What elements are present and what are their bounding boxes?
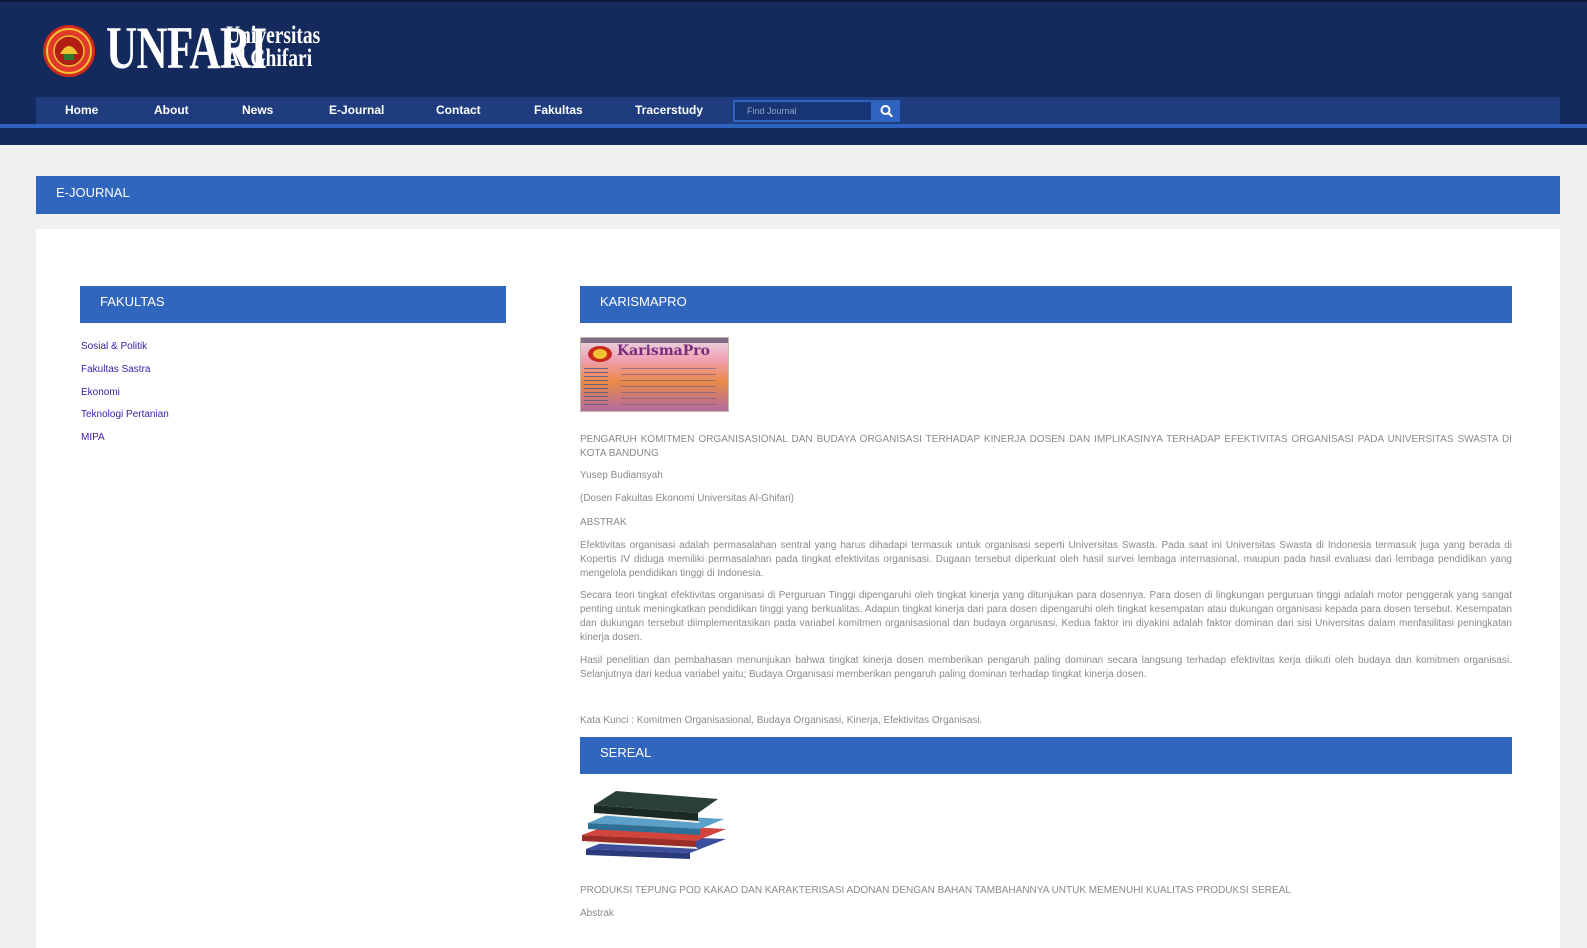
nav-tracerstudy[interactable]: Tracerstudy [635, 97, 703, 124]
nav-home[interactable]: Home [65, 97, 98, 124]
nav-underline [0, 124, 1587, 128]
cover-emblem-icon [588, 346, 612, 362]
search-icon [880, 105, 893, 118]
sidebar-link-mipa[interactable]: MIPA [81, 432, 105, 443]
article-affiliation: (Dosen Fakultas Ekonomi Universitas Al-G… [580, 493, 794, 504]
logo-subtitle-line2: Al Ghifari [226, 45, 313, 72]
article-keywords: Kata Kunci : Komitmen Organisasional, Bu… [580, 715, 983, 726]
search-button[interactable] [873, 100, 900, 122]
nav-fakultas[interactable]: Fakultas [534, 97, 583, 124]
article-title[interactable]: PRODUKSI TEPUNG POD KAKAO DAN KARAKTERIS… [580, 884, 1512, 898]
journal-heading-karismapro: KARISMAPRO [580, 286, 1512, 323]
sidebar-link-sosial-politik[interactable]: Sosial & Politik [81, 341, 147, 352]
abstract-paragraph: Hasil penelitian dan pembahasan menunjuk… [580, 655, 1512, 680]
sidebar-link-teknologi-pertanian[interactable]: Teknologi Pertanian [81, 409, 169, 420]
page-title-bar: E-JOURNAL [36, 176, 1560, 214]
nav-e-journal[interactable]: E-Journal [329, 97, 384, 124]
article-title[interactable]: PENGARUH KOMITMEN ORGANISASIONAL DAN BUD… [580, 433, 1512, 461]
main-content: FAKULTAS Sosial & Politik Fakultas Sastr… [36, 229, 1560, 948]
abstract-label: Abstrak [580, 908, 614, 919]
books-stack-icon[interactable] [580, 783, 729, 863]
cover-title: KarismaPro [617, 343, 710, 359]
cover-text-lines [621, 368, 716, 408]
nav-contact[interactable]: Contact [436, 97, 481, 124]
logo-subtitle-line1: Universitas [226, 22, 321, 49]
abstract-label: ABSTRAK [580, 517, 627, 528]
site-header: UNFARI Universitas Al Ghifari Home About… [0, 0, 1587, 145]
page-title: E-JOURNAL [56, 185, 130, 200]
abstract-paragraph: Efektivitas organisasi adalah permasalah… [580, 540, 1512, 579]
logo-subtitle: Universitas Al Ghifari [226, 22, 335, 72]
nav-about[interactable]: About [154, 97, 189, 124]
cover-sidebar-lines [584, 368, 608, 408]
sidebar-heading: FAKULTAS [80, 286, 506, 323]
karismapro-cover-image[interactable]: KarismaPro [580, 337, 729, 412]
article-author: Yusep Budiansyah [580, 470, 663, 481]
abstract-paragraph: Secara teori tingkat efektivitas organis… [580, 590, 1512, 643]
search-input[interactable] [733, 100, 873, 122]
sidebar-link-ekonomi[interactable]: Ekonomi [81, 387, 120, 398]
journal-heading-sereal: SEREAL [580, 737, 1512, 774]
main-nav: Home About News E-Journal Contact Fakult… [36, 97, 1560, 124]
sidebar-link-fakultas-sastra[interactable]: Fakultas Sastra [81, 364, 150, 375]
university-emblem-icon[interactable] [42, 24, 96, 78]
nav-news[interactable]: News [242, 97, 273, 124]
